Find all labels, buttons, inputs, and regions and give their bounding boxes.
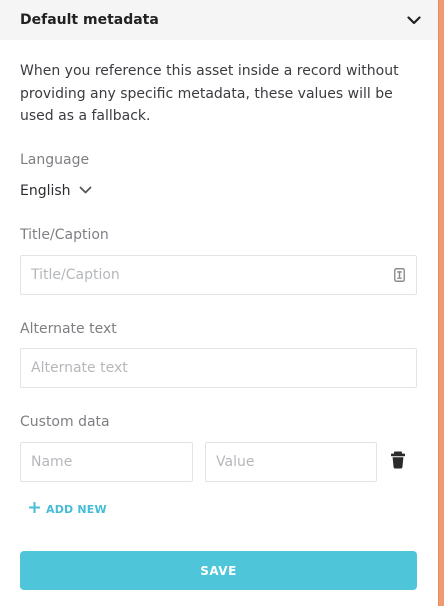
add-new-label: ADD NEW: [46, 502, 107, 516]
side-accent-bar: [438, 0, 444, 606]
section-description: When you reference this asset inside a r…: [20, 63, 399, 124]
custom-data-value-input[interactable]: Value: [205, 442, 377, 482]
save-button[interactable]: SAVE: [20, 551, 417, 590]
alternate-text-placeholder: Alternate text: [31, 360, 128, 376]
metadata-panel: Default metadata When you reference this…: [0, 0, 438, 606]
language-label: Language: [20, 152, 90, 168]
title-caption-input[interactable]: Title/Caption: [20, 255, 417, 295]
alternate-text-input[interactable]: Alternate text: [20, 348, 417, 388]
title-caption-label: Title/Caption: [20, 227, 109, 243]
alternate-text-label: Alternate text: [20, 321, 117, 337]
text-format-icon[interactable]: [392, 268, 406, 282]
section-header[interactable]: Default metadata: [0, 0, 438, 40]
custom-data-value-placeholder: Value: [216, 454, 255, 470]
chevron-down-icon[interactable]: [406, 12, 422, 28]
custom-data-name-input[interactable]: Name: [20, 442, 193, 482]
language-value: English: [20, 183, 71, 199]
custom-data-name-placeholder: Name: [31, 454, 73, 470]
chevron-down-icon: [79, 183, 92, 199]
add-new-button[interactable]: ADD NEW: [28, 501, 107, 516]
section-title: Default metadata: [20, 12, 159, 28]
title-caption-placeholder: Title/Caption: [31, 267, 120, 283]
language-select[interactable]: English: [20, 180, 92, 202]
save-label: SAVE: [200, 563, 237, 578]
plus-icon: [28, 501, 41, 516]
custom-data-label: Custom data: [20, 414, 110, 430]
trash-icon[interactable]: [390, 451, 406, 469]
